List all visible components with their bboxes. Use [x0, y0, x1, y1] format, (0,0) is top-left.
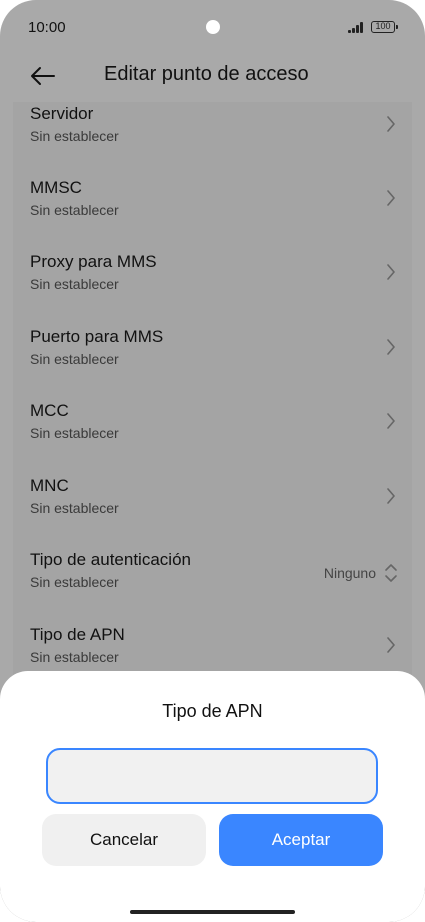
settings-item-subtitle: Sin establecer — [30, 649, 119, 665]
settings-item-mnc[interactable]: MNC Sin establecer — [13, 476, 412, 550]
signal-icon — [348, 22, 366, 33]
home-indicator[interactable] — [130, 910, 295, 914]
settings-item-title: Puerto para MMS — [30, 327, 164, 346]
chevron-right-icon — [387, 264, 395, 280]
arrow-left-icon[interactable] — [28, 64, 56, 88]
camera-cutout — [206, 20, 220, 34]
status-time: 10:00 — [28, 19, 66, 36]
page-title: Editar punto de acceso — [104, 63, 309, 85]
dialog-title: Tipo de APN — [162, 701, 263, 721]
settings-item-proxy-mms[interactable]: Proxy para MMS Sin establecer — [13, 252, 412, 326]
settings-item-subtitle: Sin establecer — [30, 202, 119, 218]
apn-type-input[interactable] — [46, 748, 378, 804]
chevron-up-down-icon — [385, 564, 397, 582]
settings-item-title: MMSC — [30, 178, 82, 197]
settings-item-title: MCC — [30, 401, 69, 420]
settings-item-subtitle: Sin establecer — [30, 500, 119, 516]
settings-item-tipo-autenticacion[interactable]: Tipo de autenticación Sin establecer Nin… — [13, 550, 412, 624]
chevron-right-icon — [387, 637, 395, 653]
settings-item-title: MNC — [30, 476, 69, 495]
settings-item-title: Tipo de APN — [30, 625, 125, 644]
settings-item-mcc[interactable]: MCC Sin establecer — [13, 401, 412, 475]
chevron-right-icon — [387, 488, 395, 504]
settings-item-title: Servidor — [30, 104, 94, 123]
settings-item-subtitle: Sin establecer — [30, 351, 119, 367]
settings-item-subtitle: Sin establecer — [30, 425, 119, 441]
chevron-right-icon — [387, 339, 395, 355]
status-bar: 10:00 100 — [0, 0, 425, 56]
settings-item-subtitle: Sin establecer — [30, 276, 119, 292]
settings-item-title: Proxy para MMS — [30, 252, 157, 271]
phone-screen: 10:00 100 Editar punto de acceso Servido… — [0, 0, 425, 922]
settings-item-title: Tipo de autenticación — [30, 550, 191, 569]
cancel-button[interactable]: Cancelar — [42, 814, 206, 866]
battery-icon: 100 — [371, 21, 398, 33]
settings-item-puerto-mms[interactable]: Puerto para MMS Sin establecer — [13, 327, 412, 401]
accept-button[interactable]: Aceptar — [219, 814, 383, 866]
settings-item-mmsc[interactable]: MMSC Sin establecer — [13, 178, 412, 252]
settings-item-servidor[interactable]: Servidor Sin establecer — [13, 104, 412, 178]
chevron-right-icon — [387, 190, 395, 206]
chevron-right-icon — [387, 413, 395, 429]
settings-item-subtitle: Sin establecer — [30, 574, 119, 590]
settings-item-subtitle: Sin establecer — [30, 128, 119, 144]
apn-type-dialog: Tipo de APN Cancelar Aceptar — [0, 671, 425, 922]
settings-item-value: Ninguno — [323, 565, 376, 581]
app-header: Editar punto de acceso — [0, 56, 425, 104]
chevron-right-icon — [387, 116, 395, 132]
